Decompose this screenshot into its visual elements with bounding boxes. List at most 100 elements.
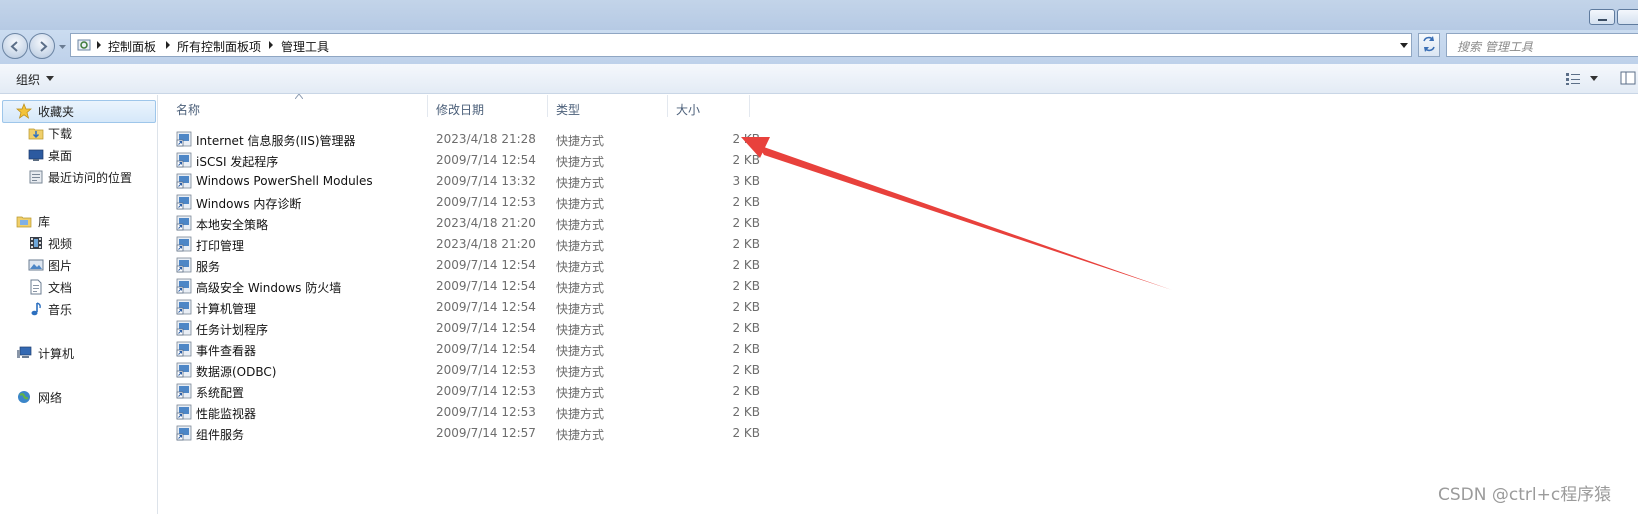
sidebar-item-label: 下载 — [48, 127, 73, 141]
shortcut-tool-icon — [176, 152, 192, 168]
file-size: 2 KB — [732, 300, 760, 314]
column-divider[interactable] — [427, 95, 428, 117]
sidebar-item-label: 收藏夹 — [38, 105, 75, 119]
file-row[interactable]: 数据源(ODBC) 2009/7/14 12:53 快捷方式 2 KB — [160, 360, 760, 380]
file-row[interactable]: 性能监视器 2009/7/14 12:53 快捷方式 2 KB — [160, 402, 760, 422]
file-date: 2009/7/14 12:53 — [436, 384, 536, 398]
watermark-text: CSDN @ctrl+c程序猿 — [1438, 485, 1612, 505]
sidebar-item-label: 计算机 — [38, 347, 75, 361]
file-row[interactable]: iSCSI 发起程序 2009/7/14 12:54 快捷方式 2 KB — [160, 150, 760, 170]
refresh-icon — [1423, 36, 1435, 52]
shortcut-tool-icon — [176, 215, 192, 231]
breadcrumb-separator-icon[interactable] — [267, 40, 275, 50]
file-row[interactable]: 服务 2009/7/14 12:54 快捷方式 2 KB — [160, 255, 760, 275]
shortcut-tool-icon — [176, 299, 192, 315]
file-type: 快捷方式 — [556, 155, 605, 169]
file-row[interactable]: 本地安全策略 2023/4/18 21:20 快捷方式 2 KB — [160, 213, 760, 233]
file-row[interactable]: 事件查看器 2009/7/14 12:54 快捷方式 2 KB — [160, 339, 760, 359]
search-box[interactable]: 搜索 管理工具 — [1446, 33, 1638, 57]
file-row[interactable]: Internet 信息服务(IIS)管理器 2023/4/18 21:28 快捷方式… — [160, 129, 760, 149]
address-bar[interactable]: 控制面板 所有控制面板项 管理工具 — [70, 33, 1412, 57]
file-row[interactable]: Windows 内存诊断 2009/7/14 12:53 快捷方式 2 KB — [160, 192, 760, 212]
forward-arrow-icon — [40, 41, 48, 52]
file-row[interactable]: 系统配置 2009/7/14 12:53 快捷方式 2 KB — [160, 381, 760, 401]
file-date: 2009/7/14 12:54 — [436, 321, 536, 335]
column-header-size[interactable]: 大小 — [676, 101, 700, 118]
file-date: 2009/7/14 12:54 — [436, 342, 536, 356]
file-name: 事件查看器 — [196, 344, 257, 358]
shortcut-tool-icon — [176, 383, 192, 399]
file-row[interactable]: 计算机管理 2009/7/14 12:54 快捷方式 2 KB — [160, 297, 760, 317]
shortcut-tool-icon — [176, 320, 192, 336]
file-size: 2 KB — [732, 426, 760, 440]
forward-button[interactable] — [29, 33, 55, 59]
file-name: Windows PowerShell Modules — [196, 174, 373, 188]
view-options-icon[interactable] — [1565, 72, 1581, 86]
shortcut-tool-icon — [176, 362, 192, 378]
minimize-button[interactable] — [1589, 9, 1615, 25]
shortcut-tool-icon — [176, 236, 192, 252]
breadcrumb-separator-icon[interactable] — [95, 40, 103, 50]
file-size: 2 KB — [732, 321, 760, 335]
address-history-dropdown-icon[interactable] — [1396, 34, 1412, 56]
file-name: 组件服务 — [196, 428, 245, 442]
shortcut-tool-icon — [176, 404, 192, 420]
network-icon — [18, 391, 30, 403]
file-name: 性能监视器 — [196, 407, 257, 421]
column-divider[interactable] — [749, 95, 750, 117]
sidebar-item-label: 视频 — [48, 237, 73, 251]
view-dropdown-icon[interactable] — [1590, 76, 1598, 81]
back-button[interactable] — [2, 33, 28, 59]
star-icon — [16, 103, 32, 119]
library-icon — [16, 216, 32, 228]
column-header-type[interactable]: 类型 — [556, 101, 580, 118]
file-date: 2009/7/14 12:57 — [436, 426, 536, 440]
column-header-name[interactable]: 名称 — [176, 101, 200, 118]
file-type: 快捷方式 — [556, 407, 605, 421]
shortcut-tool-icon — [176, 278, 192, 294]
file-name: 高级安全 Windows 防火墙 — [196, 281, 342, 295]
shortcut-tool-icon — [176, 257, 192, 273]
file-size: 2 KB — [732, 237, 760, 251]
organize-dropdown-icon[interactable] — [46, 76, 54, 81]
file-row[interactable]: 组件服务 2009/7/14 12:57 快捷方式 2 KB — [160, 423, 760, 443]
shortcut-tool-icon — [176, 425, 192, 441]
file-date: 2009/7/14 12:54 — [436, 300, 536, 314]
file-date: 2009/7/14 12:54 — [436, 258, 536, 272]
breadcrumb-admin-tools[interactable]: 管理工具 — [281, 38, 329, 55]
sidebar-item-label: 网络 — [38, 391, 63, 405]
breadcrumb-separator-icon[interactable] — [164, 40, 172, 50]
file-type: 快捷方式 — [556, 323, 605, 337]
file-size: 2 KB — [732, 405, 760, 419]
title-bar — [0, 0, 1638, 30]
column-divider[interactable] — [547, 95, 548, 117]
recent-places-icon — [29, 170, 43, 184]
preview-pane-icon[interactable] — [1620, 71, 1636, 85]
refresh-button[interactable] — [1418, 33, 1440, 57]
file-row[interactable]: 任务计划程序 2009/7/14 12:54 快捷方式 2 KB — [160, 318, 760, 338]
file-type: 快捷方式 — [556, 344, 605, 358]
shortcut-tool-icon — [176, 341, 192, 357]
shortcut-tool-icon — [176, 131, 192, 147]
breadcrumb-control-panel[interactable]: 控制面板 — [108, 38, 156, 55]
recent-pages-dropdown-icon[interactable] — [59, 43, 66, 50]
file-size: 2 KB — [732, 132, 760, 146]
column-header-date[interactable]: 修改日期 — [436, 101, 484, 118]
file-type: 快捷方式 — [556, 386, 605, 400]
organize-button[interactable]: 组织 — [16, 71, 40, 88]
column-divider[interactable] — [667, 95, 668, 117]
file-row[interactable]: Windows PowerShell Modules 2009/7/14 13:3… — [160, 171, 760, 191]
file-name: 系统配置 — [196, 386, 245, 400]
file-type: 快捷方式 — [556, 176, 605, 190]
file-name: 任务计划程序 — [196, 323, 269, 337]
back-arrow-icon — [10, 41, 18, 52]
maximize-button[interactable] — [1617, 9, 1638, 25]
file-name: 服务 — [196, 260, 221, 274]
desktop-icon — [28, 149, 44, 161]
breadcrumb-all-items[interactable]: 所有控制面板项 — [177, 38, 261, 55]
file-date: 2023/4/18 21:20 — [436, 237, 536, 251]
file-row[interactable]: 打印管理 2023/4/18 21:20 快捷方式 2 KB — [160, 234, 760, 254]
file-size: 2 KB — [732, 384, 760, 398]
file-row[interactable]: 高级安全 Windows 防火墙 2009/7/14 12:54 快捷方式 2 KB — [160, 276, 760, 296]
file-date: 2023/4/18 21:20 — [436, 216, 536, 230]
